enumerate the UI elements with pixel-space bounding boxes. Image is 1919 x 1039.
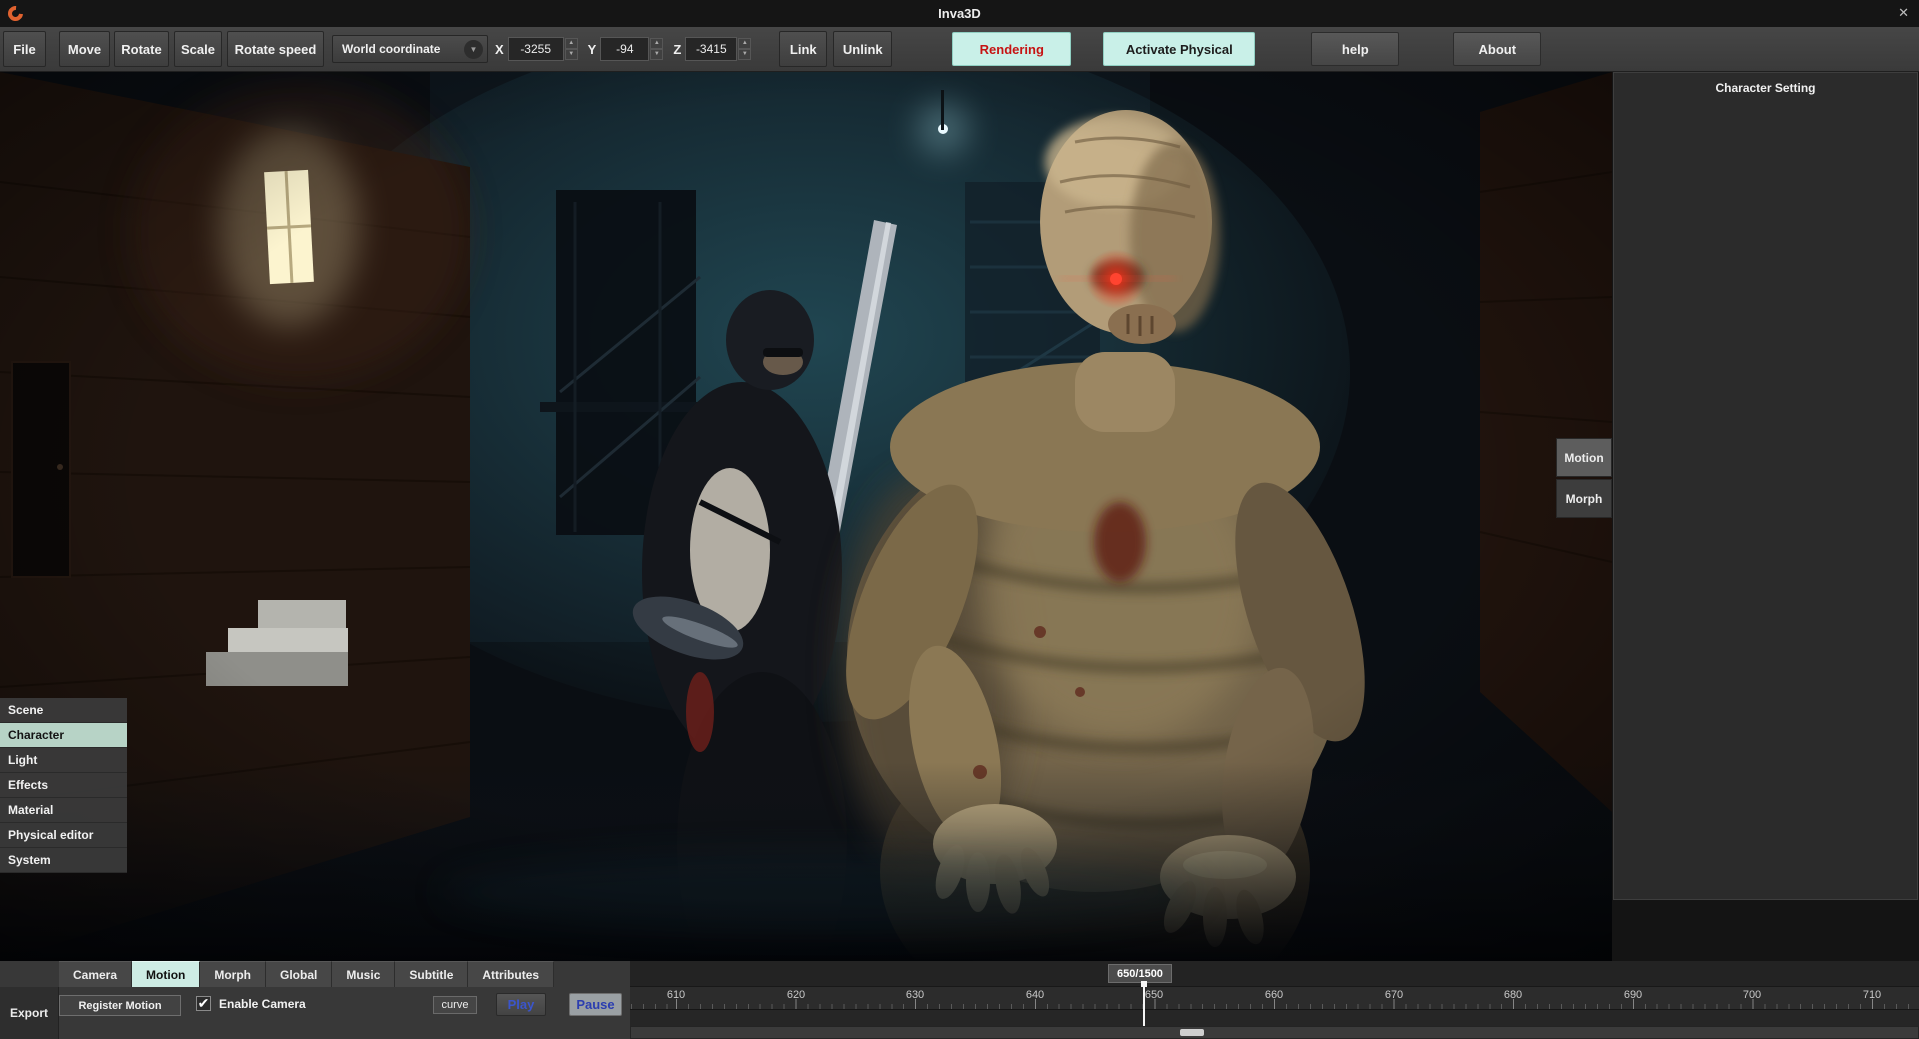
character-setting-panel: Character Setting xyxy=(1613,72,1918,900)
frame-indicator: 650/1500 xyxy=(1108,964,1172,983)
app-window: Inva3D ✕ File Move Rotate Scale Rotate s… xyxy=(0,0,1919,1039)
panel-title: Character Setting xyxy=(1614,81,1917,95)
sidebar-item-physical-editor[interactable]: Physical editor xyxy=(0,823,127,848)
y-spinner-down-icon[interactable]: ▼ xyxy=(650,49,663,60)
timeline-header: 650/1500 xyxy=(630,961,1919,987)
major-ticks xyxy=(630,999,1919,1009)
close-icon[interactable]: ✕ xyxy=(1898,5,1909,21)
chevron-down-icon: ▼ xyxy=(464,40,483,59)
x-label: X xyxy=(495,42,504,57)
enable-camera-checkbox[interactable]: ✔ xyxy=(196,996,211,1011)
pause-button[interactable]: Pause xyxy=(569,993,622,1016)
playhead[interactable] xyxy=(1143,981,1145,1026)
right-panel-side-tabs: Motion Morph xyxy=(1556,438,1612,520)
register-motion-button[interactable]: Register Motion xyxy=(59,995,181,1016)
help-button[interactable]: help xyxy=(1311,32,1399,66)
x-spinner-down-icon[interactable]: ▼ xyxy=(565,49,578,60)
tab-global[interactable]: Global xyxy=(266,961,332,987)
play-button[interactable]: Play xyxy=(496,993,546,1016)
y-coordinate-input[interactable]: -94 xyxy=(600,37,649,61)
z-spinner-down-icon[interactable]: ▼ xyxy=(738,49,751,60)
rotate-button[interactable]: Rotate xyxy=(114,31,169,67)
move-button[interactable]: Move xyxy=(59,31,110,67)
activate-physical-button[interactable]: Activate Physical xyxy=(1103,32,1255,66)
sidebar-item-material[interactable]: Material xyxy=(0,798,127,823)
tab-morph[interactable]: Morph xyxy=(200,961,266,987)
bottom-tabs: Camera Motion Morph Global Music Subtitl… xyxy=(59,961,554,987)
window-title: Inva3D xyxy=(0,6,1919,21)
rendering-button[interactable]: Rendering xyxy=(952,32,1071,66)
tab-attributes[interactable]: Attributes xyxy=(468,961,554,987)
curve-button[interactable]: curve xyxy=(433,996,477,1014)
side-tab-motion[interactable]: Motion xyxy=(1556,438,1612,477)
link-button[interactable]: Link xyxy=(779,31,827,67)
sidebar-item-scene[interactable]: Scene xyxy=(0,698,127,723)
scrollbar-thumb[interactable] xyxy=(1180,1029,1204,1036)
z-spinner-up-icon[interactable]: ▲ xyxy=(738,38,751,49)
timeline[interactable]: 610 620 630 640 650 660 670 680 690 700 … xyxy=(630,987,1919,1026)
tab-camera[interactable]: Camera xyxy=(59,961,132,987)
motion-controls: Register Motion ✔ Enable Camera curve Pl… xyxy=(59,987,630,1026)
y-spinner-up-icon[interactable]: ▲ xyxy=(650,38,663,49)
x-spinner-up-icon[interactable]: ▲ xyxy=(565,38,578,49)
sidebar-item-effects[interactable]: Effects xyxy=(0,773,127,798)
timeline-track[interactable] xyxy=(630,1009,1919,1026)
timeline-ruler[interactable]: 610 620 630 640 650 660 670 680 690 700 … xyxy=(630,987,1919,1009)
unlink-button[interactable]: Unlink xyxy=(833,31,892,67)
tab-music[interactable]: Music xyxy=(332,961,395,987)
rotate-speed-button[interactable]: Rotate speed xyxy=(227,31,324,67)
scene-render xyxy=(0,72,1612,961)
scale-button[interactable]: Scale xyxy=(174,31,222,67)
coordinate-mode-dropdown[interactable]: World coordinate ▼ xyxy=(332,35,488,63)
sidebar-item-system[interactable]: System xyxy=(0,848,127,873)
coordinate-mode-value: World coordinate xyxy=(333,42,464,56)
bottom-panel: Camera Motion Morph Global Music Subtitl… xyxy=(0,961,1919,1039)
side-tab-morph[interactable]: Morph xyxy=(1556,479,1612,518)
timeline-scrollbar[interactable] xyxy=(630,1026,1919,1039)
z-coordinate-input[interactable]: -3415 xyxy=(685,37,737,61)
sidebar-item-character[interactable]: Character xyxy=(0,723,127,748)
tab-motion[interactable]: Motion xyxy=(132,961,200,987)
scene-object-list: Scene Character Light Effects Material P… xyxy=(0,698,127,873)
z-label: Z xyxy=(673,42,681,57)
x-coordinate-input[interactable]: -3255 xyxy=(508,37,564,61)
viewport-3d[interactable]: Scene Character Light Effects Material P… xyxy=(0,72,1612,961)
main-area: Scene Character Light Effects Material P… xyxy=(0,72,1919,961)
tab-subtitle[interactable]: Subtitle xyxy=(395,961,468,987)
export-button[interactable]: Export xyxy=(0,987,59,1039)
y-label: Y xyxy=(588,42,597,57)
right-column: Character Setting xyxy=(1612,72,1919,961)
title-bar: Inva3D ✕ xyxy=(0,0,1919,27)
about-button[interactable]: About xyxy=(1453,32,1541,66)
sidebar-item-light[interactable]: Light xyxy=(0,748,127,773)
enable-camera-label: Enable Camera xyxy=(219,997,306,1011)
file-button[interactable]: File xyxy=(3,31,46,67)
main-toolbar: File Move Rotate Scale Rotate speed Worl… xyxy=(0,27,1919,72)
